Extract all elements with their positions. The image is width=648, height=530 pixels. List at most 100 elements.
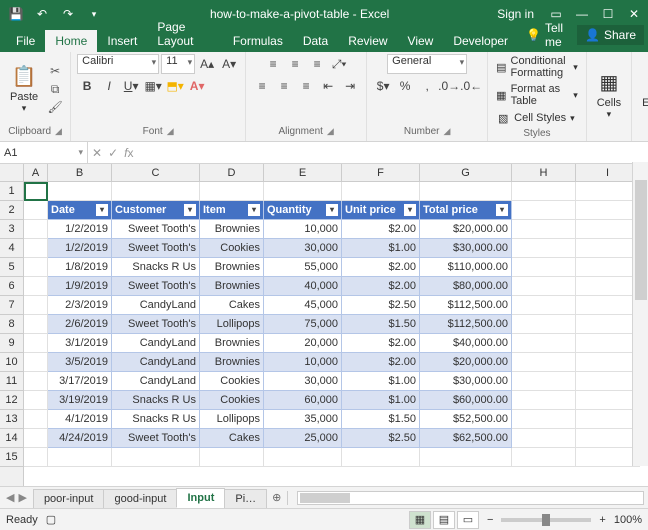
- cell-I2[interactable]: [576, 201, 640, 220]
- cell-I5[interactable]: [576, 258, 640, 277]
- cell-item-11[interactable]: Cookies: [200, 372, 264, 391]
- cell-I3[interactable]: [576, 220, 640, 239]
- macro-record-icon[interactable]: ▢: [46, 513, 56, 526]
- tab-insert[interactable]: Insert: [97, 30, 147, 52]
- cell-date-8[interactable]: 2/6/2019: [48, 315, 112, 334]
- cell-F15[interactable]: [342, 448, 420, 467]
- cell-H13[interactable]: [512, 410, 576, 429]
- tab-view[interactable]: View: [398, 30, 444, 52]
- cell-I12[interactable]: [576, 391, 640, 410]
- row-header-4[interactable]: 4: [0, 239, 23, 258]
- cell-I6[interactable]: [576, 277, 640, 296]
- table-header-date[interactable]: Date▾: [48, 201, 112, 220]
- cell-I8[interactable]: [576, 315, 640, 334]
- cell-total-7[interactable]: $112,500.00: [420, 296, 512, 315]
- cell-total-14[interactable]: $62,500.00: [420, 429, 512, 448]
- cell-C1[interactable]: [112, 182, 200, 201]
- cell-total-11[interactable]: $30,000.00: [420, 372, 512, 391]
- cell-H1[interactable]: [512, 182, 576, 201]
- orientation-icon[interactable]: ⤢▾: [329, 54, 349, 74]
- cell-E15[interactable]: [264, 448, 342, 467]
- insert-function-icon[interactable]: fx: [124, 146, 133, 160]
- cell-H5[interactable]: [512, 258, 576, 277]
- cell-unit-14[interactable]: $2.50: [342, 429, 420, 448]
- cell-A13[interactable]: [24, 410, 48, 429]
- cell-H9[interactable]: [512, 334, 576, 353]
- cell-qty-14[interactable]: 25,000: [264, 429, 342, 448]
- copy-icon[interactable]: ⧉: [46, 81, 64, 97]
- tab-data[interactable]: Data: [293, 30, 338, 52]
- cell-styles-button[interactable]: ▧Cell Styles▾: [494, 110, 580, 126]
- zoom-out-icon[interactable]: −: [487, 514, 493, 526]
- cell-customer-3[interactable]: Sweet Tooth's: [112, 220, 200, 239]
- cell-date-4[interactable]: 1/2/2019: [48, 239, 112, 258]
- sheet-tab-input[interactable]: Input: [176, 488, 225, 508]
- cell-A5[interactable]: [24, 258, 48, 277]
- qat-customize-icon[interactable]: ▾: [82, 2, 106, 26]
- cell-total-12[interactable]: $60,000.00: [420, 391, 512, 410]
- cell-H14[interactable]: [512, 429, 576, 448]
- cell-customer-10[interactable]: CandyLand: [112, 353, 200, 372]
- cell-E1[interactable]: [264, 182, 342, 201]
- cell-total-10[interactable]: $20,000.00: [420, 353, 512, 372]
- cell-date-6[interactable]: 1/9/2019: [48, 277, 112, 296]
- sheet-tab-pi[interactable]: Pi…: [224, 489, 267, 508]
- cell-customer-11[interactable]: CandyLand: [112, 372, 200, 391]
- share-button[interactable]: 👤Share: [577, 25, 644, 45]
- cell-D15[interactable]: [200, 448, 264, 467]
- cell-unit-9[interactable]: $2.00: [342, 334, 420, 353]
- cell-date-13[interactable]: 4/1/2019: [48, 410, 112, 429]
- bold-button[interactable]: B: [77, 76, 97, 96]
- cell-unit-6[interactable]: $2.00: [342, 277, 420, 296]
- cell-H12[interactable]: [512, 391, 576, 410]
- page-break-view-icon[interactable]: ▭: [457, 511, 479, 529]
- decrease-decimal-icon[interactable]: .0←: [461, 76, 481, 96]
- editing-button[interactable]: 🔍Editing▾: [638, 68, 648, 122]
- cell-A10[interactable]: [24, 353, 48, 372]
- cell-B15[interactable]: [48, 448, 112, 467]
- cell-date-5[interactable]: 1/8/2019: [48, 258, 112, 277]
- cell-total-9[interactable]: $40,000.00: [420, 334, 512, 353]
- cell-customer-7[interactable]: CandyLand: [112, 296, 200, 315]
- vertical-scrollbar[interactable]: [632, 162, 648, 466]
- cell-I11[interactable]: [576, 372, 640, 391]
- italic-button[interactable]: I: [99, 76, 119, 96]
- redo-icon[interactable]: ↷: [56, 2, 80, 26]
- cell-H2[interactable]: [512, 201, 576, 220]
- cell-date-11[interactable]: 3/17/2019: [48, 372, 112, 391]
- tab-page-layout[interactable]: Page Layout: [147, 16, 222, 52]
- row-header-3[interactable]: 3: [0, 220, 23, 239]
- cell-A11[interactable]: [24, 372, 48, 391]
- row-header-1[interactable]: 1: [0, 182, 23, 201]
- number-format-select[interactable]: General: [387, 54, 467, 74]
- zoom-slider[interactable]: [501, 518, 591, 522]
- tab-formulas[interactable]: Formulas: [223, 30, 293, 52]
- tab-developer[interactable]: Developer: [443, 30, 518, 52]
- cell-item-14[interactable]: Cakes: [200, 429, 264, 448]
- cells-button[interactable]: ▦Cells▾: [593, 68, 625, 122]
- sheet-nav-prev-icon[interactable]: ◀: [6, 491, 14, 504]
- table-header-total-price[interactable]: Total price▾: [420, 201, 512, 220]
- table-header-quantity[interactable]: Quantity▾: [264, 201, 342, 220]
- cell-item-7[interactable]: Cakes: [200, 296, 264, 315]
- page-layout-view-icon[interactable]: ▤: [433, 511, 455, 529]
- cell-date-3[interactable]: 1/2/2019: [48, 220, 112, 239]
- zoom-level[interactable]: 100%: [614, 514, 642, 526]
- cell-qty-8[interactable]: 75,000: [264, 315, 342, 334]
- cell-I13[interactable]: [576, 410, 640, 429]
- col-header-A[interactable]: A: [24, 164, 48, 181]
- row-header-12[interactable]: 12: [0, 391, 23, 410]
- cell-item-3[interactable]: Brownies: [200, 220, 264, 239]
- cell-qty-6[interactable]: 40,000: [264, 277, 342, 296]
- col-header-F[interactable]: F: [342, 164, 420, 181]
- cell-I10[interactable]: [576, 353, 640, 372]
- cell-customer-9[interactable]: CandyLand: [112, 334, 200, 353]
- cell-A1[interactable]: [24, 182, 48, 201]
- formula-input[interactable]: [137, 142, 648, 163]
- row-header-11[interactable]: 11: [0, 372, 23, 391]
- add-sheet-icon[interactable]: ⊕: [266, 491, 287, 504]
- cell-qty-7[interactable]: 45,000: [264, 296, 342, 315]
- cell-A4[interactable]: [24, 239, 48, 258]
- cell-customer-4[interactable]: Sweet Tooth's: [112, 239, 200, 258]
- cell-date-14[interactable]: 4/24/2019: [48, 429, 112, 448]
